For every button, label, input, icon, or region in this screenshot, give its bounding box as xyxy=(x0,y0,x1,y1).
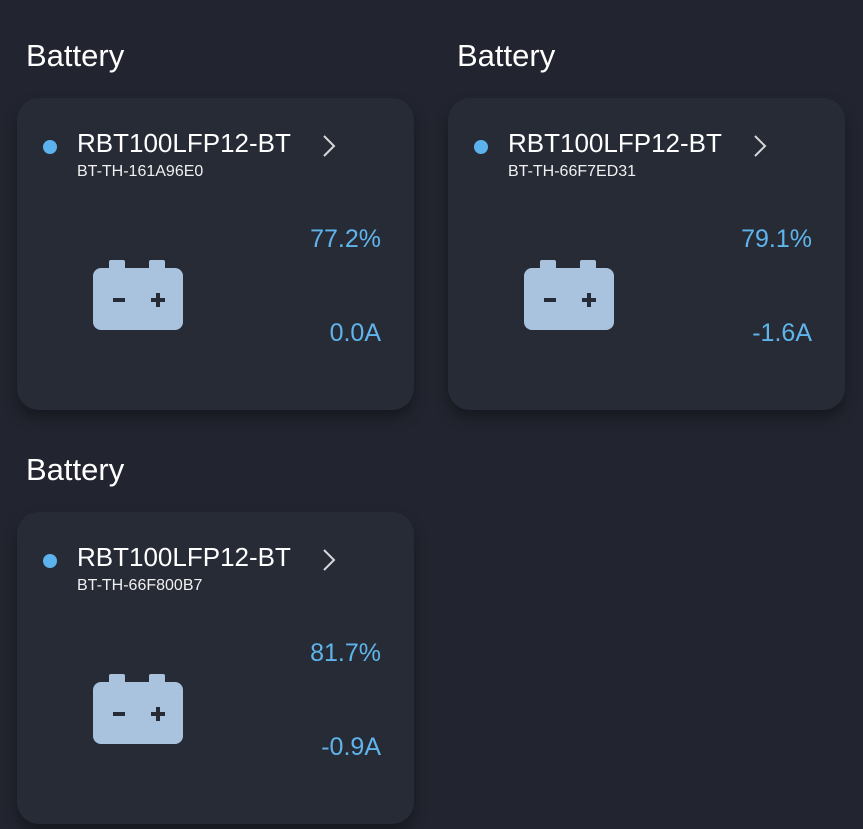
state-of-charge: 81.7% xyxy=(310,639,381,667)
battery-card-1[interactable]: RBT100LFP12-BT BT-TH-161A96E0 77.2% 0.0A xyxy=(17,98,414,410)
status-dot-icon xyxy=(43,140,57,154)
battery-model-name: RBT100LFP12-BT xyxy=(77,128,291,158)
section-title: Battery xyxy=(457,38,556,73)
state-of-charge: 77.2% xyxy=(310,225,381,253)
device-id: BT-TH-161A96E0 xyxy=(77,163,204,180)
status-dot-icon xyxy=(474,140,488,154)
chevron-right-icon[interactable] xyxy=(322,134,336,158)
current-amps: -1.6A xyxy=(752,319,812,347)
battery-icon xyxy=(93,674,183,744)
battery-model-name: RBT100LFP12-BT xyxy=(77,542,291,572)
current-amps: -0.9A xyxy=(321,733,381,761)
chevron-right-icon[interactable] xyxy=(753,134,767,158)
chevron-right-icon[interactable] xyxy=(322,548,336,572)
section-title: Battery xyxy=(26,38,125,73)
status-dot-icon xyxy=(43,554,57,568)
battery-model-name: RBT100LFP12-BT xyxy=(508,128,722,158)
battery-card-2[interactable]: RBT100LFP12-BT BT-TH-66F7ED31 79.1% -1.6… xyxy=(448,98,845,410)
battery-icon xyxy=(93,260,183,330)
current-amps: 0.0A xyxy=(329,319,381,347)
device-id: BT-TH-66F7ED31 xyxy=(508,163,637,180)
battery-card-3[interactable]: RBT100LFP12-BT BT-TH-66F800B7 81.7% -0.9… xyxy=(17,512,414,824)
device-id: BT-TH-66F800B7 xyxy=(77,577,203,594)
section-title: Battery xyxy=(26,452,125,487)
state-of-charge: 79.1% xyxy=(741,225,812,253)
battery-icon xyxy=(524,260,614,330)
